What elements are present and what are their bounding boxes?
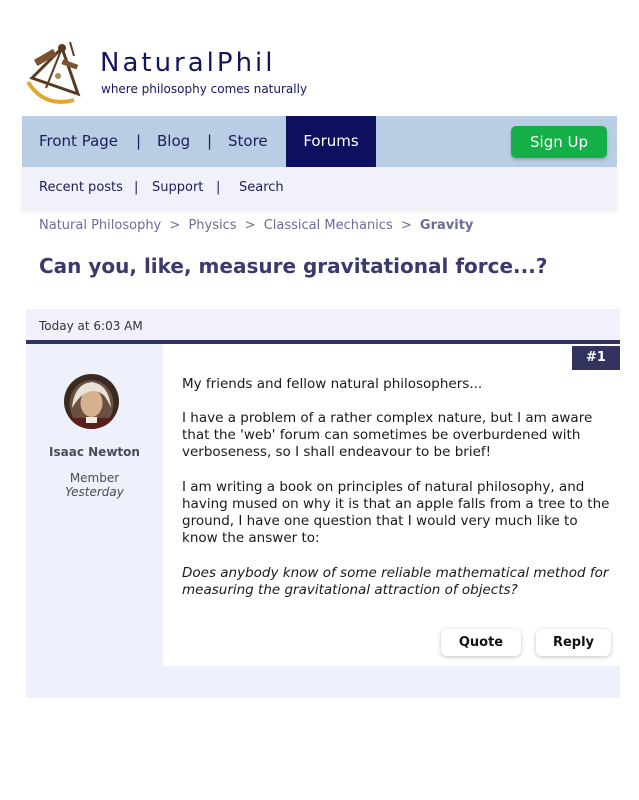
post-paragraph: I am writing a book on principles of nat… [182,479,610,546]
brand-tagline: where philosophy comes naturally [101,82,308,96]
post-paragraph-question: Does anybody know of some reliable mathe… [182,565,609,598]
post-paragraph: I have a problem of a rather complex nat… [182,410,593,460]
breadcrumb: Natural Philosophy > Physics > Classical… [39,218,477,233]
breadcrumb-classical-mechanics[interactable]: Classical Mechanics [264,218,393,233]
subnav-separator: | [216,180,221,195]
reply-button[interactable]: Reply [536,629,611,656]
post-header: Today at 6:03 AM [26,309,620,341]
main-nav: Front Page | Blog | Store Forums Sign Up [22,116,617,167]
subnav-search[interactable]: Search [239,167,284,209]
author-role: Member [69,471,120,485]
sub-nav: Recent posts | Support | Search [22,167,617,209]
nav-separator: | [207,132,213,150]
breadcrumb-separator: > [169,218,181,233]
avatar-portrait-icon [64,374,119,429]
nav-front-page[interactable]: Front Page [39,116,118,167]
brand-name: NaturalPhil [100,48,276,78]
sextant-logo-icon [26,41,81,104]
nav-blog[interactable]: Blog [157,116,190,167]
sign-up-button[interactable]: Sign Up [511,126,607,158]
nav-forums[interactable]: Forums [286,116,376,167]
nav-store[interactable]: Store [228,116,268,167]
nav-separator: | [136,132,142,150]
subnav-recent-posts[interactable]: Recent posts [39,167,123,209]
post-date: Today at 6:03 AM [39,319,143,333]
author-name[interactable]: Isaac Newton [26,445,163,459]
thread-title: Can you, like, measure gravitational for… [39,254,548,278]
subnav-separator: | [134,180,139,195]
breadcrumb-separator: > [400,218,412,233]
breadcrumb-physics[interactable]: Physics [188,218,236,233]
post-paragraph: My friends and fellow natural philosophe… [182,376,483,392]
author-last-seen: Yesterday [65,485,124,499]
breadcrumb-gravity[interactable]: Gravity [420,218,473,233]
breadcrumb-natural-philosophy[interactable]: Natural Philosophy [39,218,161,233]
avatar[interactable] [64,374,119,429]
site-logo[interactable]: NaturalPhil where philosophy comes natur… [22,38,312,106]
breadcrumb-separator: > [244,218,256,233]
post-footer [26,666,620,698]
subnav-support[interactable]: Support [152,167,203,209]
quote-button[interactable]: Quote [441,629,521,656]
post-number[interactable]: #1 [572,346,620,370]
